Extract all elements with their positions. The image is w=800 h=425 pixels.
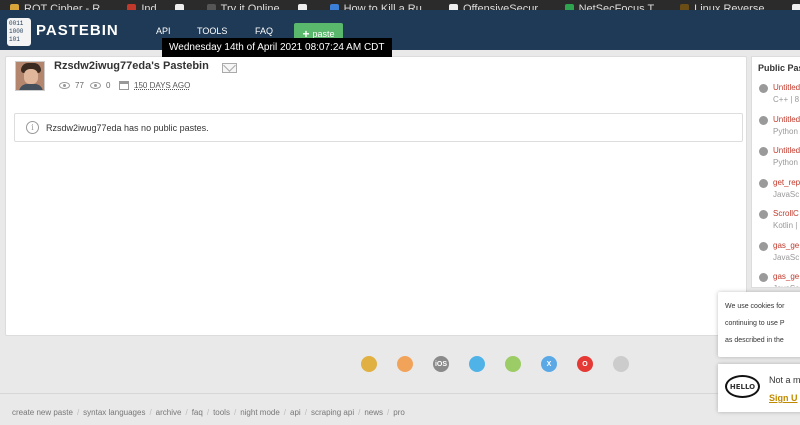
account-age: 150 DAYS AGO [119, 81, 190, 90]
platform-icon-label: O [582, 360, 588, 368]
footer-link[interactable]: night mode [240, 408, 280, 417]
paste-language: JavaSc [773, 252, 800, 262]
notice-text: Rzsdw2iwug77eda has no public pastes. [46, 122, 209, 133]
page-title: Rzsdw2iwug77eda's Pastebin [54, 60, 209, 72]
globe-icon [759, 210, 768, 219]
footer-divider [0, 393, 800, 394]
views-value: 77 [75, 81, 84, 90]
secondary-value: 0 [106, 81, 111, 90]
eye-icon [90, 82, 101, 89]
cookie-line: continuing to use P [725, 320, 785, 327]
paste-language: JavaSc [773, 189, 800, 199]
paste-title[interactable]: Untitled [773, 115, 800, 124]
paste-language: JavaSc [773, 284, 799, 287]
footer-link[interactable]: faq [192, 408, 203, 417]
logo-line: 0011 [9, 20, 24, 27]
footer-separator: / [233, 408, 237, 417]
age-value[interactable]: 150 DAYS AGO [134, 81, 190, 90]
calendar-icon [119, 81, 129, 90]
paste-title[interactable]: ScrollC [773, 209, 799, 218]
paste-title[interactable]: Untitled [773, 146, 800, 155]
paste-language: Python [773, 158, 798, 167]
footer-link[interactable]: pro [393, 408, 405, 417]
footer-link[interactable]: api [290, 408, 301, 417]
paste-title[interactable]: get_rep [773, 178, 800, 187]
views-count: 77 [59, 81, 84, 90]
opera-icon[interactable]: O [577, 356, 593, 372]
footer-separator: / [387, 408, 390, 417]
platform-icon-label [505, 356, 521, 372]
signup-prompt-text: Not a m [769, 375, 800, 385]
footer-separator: / [149, 408, 152, 417]
platform-icon-label: X [546, 360, 552, 368]
footer-separator: / [76, 408, 80, 417]
globe-icon [759, 115, 768, 125]
hello-bubble-icon: HELLO [725, 375, 760, 398]
x-icon[interactable]: X [541, 356, 557, 372]
globe-icon [759, 147, 768, 156]
sign-up-link[interactable]: Sign U [769, 393, 798, 403]
no-pastes-notice: i Rzsdw2iwug77eda has no public pastes. [14, 113, 743, 142]
logo-line: 1000 [9, 28, 24, 35]
paste-title[interactable]: gas_ge [773, 272, 799, 281]
android-icon[interactable] [505, 356, 521, 372]
paste-title[interactable]: gas_ge [773, 241, 799, 250]
footer-link[interactable]: syntax languages [83, 408, 145, 417]
paste-language: C++ | 8 [773, 95, 800, 104]
platform-icon-label [361, 356, 377, 372]
date-tooltip: Wednesday 14th of April 2021 08:07:24 AM… [162, 38, 392, 57]
footer-separator: / [283, 408, 287, 417]
secondary-count: 0 [90, 81, 110, 90]
footer-link[interactable]: scraping api [311, 408, 354, 417]
cookie-line: as described in the [725, 337, 784, 344]
footer-links: create new paste / syntax languages / archiv… [12, 408, 405, 417]
sidebar-title: Public Pas [758, 63, 800, 73]
logo-line: 101 [9, 36, 20, 43]
eye-icon [59, 82, 70, 89]
footer-link[interactable]: tools [213, 408, 230, 417]
mail-icon[interactable] [222, 63, 237, 73]
signup-prompt: HELLO Not a m Sign U [718, 364, 800, 412]
profile-panel: Rzsdw2iwug77eda's Pastebin 77 0 150 DAYS… [5, 56, 747, 336]
nav-api[interactable]: API [156, 26, 171, 36]
linux-icon[interactable] [613, 356, 629, 372]
footer-separator: / [304, 408, 307, 417]
bookmarks-bar: ROT Cipher - R... Ind Try it Online How to … [0, 0, 800, 10]
platform-icon-label [469, 356, 485, 372]
cookie-line: We use cookies for [725, 303, 785, 310]
footer-separator: / [358, 408, 361, 417]
pastebin-logo-icon[interactable]: 0011 1000 101 [7, 18, 31, 46]
info-icon: i [26, 121, 39, 134]
firefox-icon[interactable] [397, 356, 413, 372]
cookie-notice: We use cookies for continuing to use P a… [718, 292, 800, 357]
brand-name[interactable]: PASTEBIN [36, 22, 119, 39]
globe-icon [759, 178, 768, 188]
globe-icon [759, 273, 768, 282]
nav-tools[interactable]: TOOLS [197, 26, 227, 36]
footer-link[interactable]: archive [156, 408, 182, 417]
footer-link[interactable]: create new paste [12, 408, 73, 417]
footer-link[interactable]: news [364, 408, 383, 417]
platform-icon-label [397, 356, 413, 372]
avatar [15, 61, 45, 91]
footer-separator: / [206, 408, 210, 417]
globe-icon [759, 84, 768, 93]
platform-icon-label [613, 356, 629, 372]
chrome-icon[interactable] [361, 356, 377, 372]
platform-icon-label: iOS [434, 360, 448, 368]
paste-title[interactable]: Untitled [773, 83, 800, 92]
nav-faq[interactable]: FAQ [255, 26, 273, 36]
footer-separator: / [185, 408, 188, 417]
windows-icon[interactable] [469, 356, 485, 372]
site-header: 0011 1000 101 PASTEBIN API TOOLS FAQ + p… [0, 10, 800, 50]
public-pastes-sidebar: Public Pas Untitled C++ | 8 Untitled Python… [751, 56, 800, 288]
paste-language: Kotlin | [773, 221, 798, 230]
ios-icon[interactable]: iOS [433, 356, 449, 372]
globe-icon [759, 241, 768, 251]
paste-language: Python [773, 126, 798, 136]
